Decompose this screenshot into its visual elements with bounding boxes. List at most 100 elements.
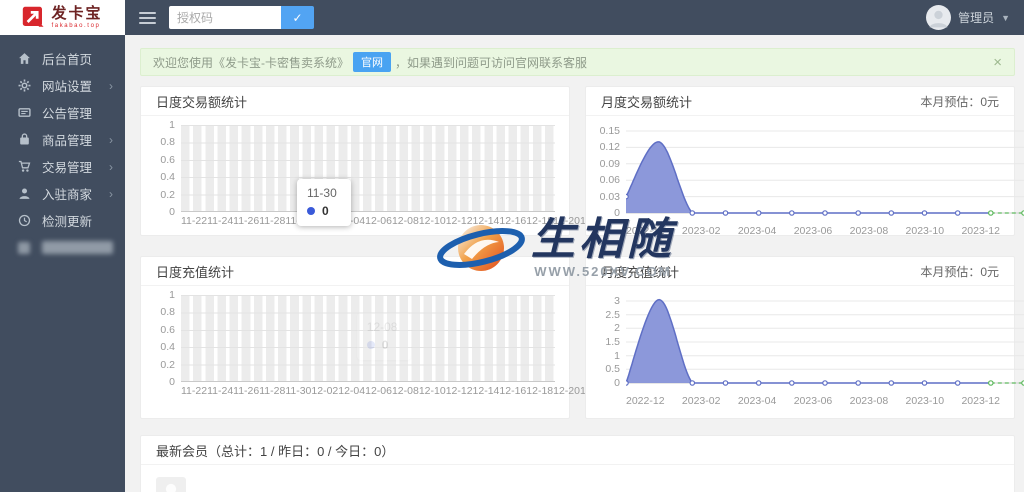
y-tick-label: 2	[614, 322, 620, 335]
home-icon	[18, 52, 31, 65]
sidebar-item-trade[interactable]: 交易管理 ›	[0, 153, 125, 180]
x-tick-label: 12-08	[391, 215, 419, 227]
x-tick-label: 2023-04	[737, 395, 777, 407]
x-tick-label: 2023-02	[681, 395, 721, 407]
sidebar-item-label: 后台首页	[42, 53, 93, 67]
main-content: 欢迎您使用《发卡宝-卡密售卖系统》 官网 ，如果遇到问题可访问官网联系客服 × …	[125, 35, 1024, 492]
card-monthly-recharge-chart: 月度充值统计 本月预估：0元 3 2.5 2 1.5 1 0.5 0 2022-12 2023-…	[585, 256, 1024, 419]
daily-chart-plot[interactable]	[181, 125, 555, 212]
monthly-estimate-badge: 本月预估：0元	[920, 94, 999, 109]
chart-title: 月度交易额统计	[601, 94, 693, 110]
y-tick-label: 1	[169, 289, 175, 301]
user-name: 管理员	[958, 11, 995, 25]
x-tick-label: 12-06	[365, 385, 392, 397]
x-tick-label: 11-26	[233, 385, 260, 397]
x-tick-label: 11-26	[233, 215, 260, 227]
alert-text-before: 欢迎您使用《发卡宝-卡密售卖系统》	[153, 55, 349, 70]
sidebar-item-label: 网站设置	[42, 80, 93, 94]
x-tick-label: 2023-06	[793, 225, 833, 237]
sidebar-item-home[interactable]: 后台首页	[0, 45, 125, 72]
x-tick-label: 2022-12	[626, 225, 665, 237]
y-tick-label: 0.03	[599, 190, 620, 203]
gear-icon	[18, 79, 31, 92]
chart-tooltip: 12-08 0	[356, 313, 412, 360]
topbar-main: ✓ 管理员 ▼	[125, 0, 1024, 35]
y-tick-label: 0.8	[160, 306, 175, 319]
y-tick-label: 2.5	[605, 308, 620, 321]
y-tick-label: 0.4	[160, 171, 175, 184]
tooltip-date: 12-08	[366, 320, 398, 334]
search-input[interactable]	[169, 6, 281, 29]
sidebar-item-settings[interactable]: 网站设置 ›	[0, 72, 125, 99]
redacted-icon	[18, 241, 31, 254]
member-avatar[interactable]	[156, 477, 186, 492]
x-tick-label: 2023-12	[961, 395, 1000, 407]
official-site-button[interactable]: 官网	[353, 52, 391, 72]
sidebar-item-update[interactable]: 检测更新	[0, 207, 125, 234]
merchant-icon	[18, 187, 31, 200]
x-tick-label: 12-14	[472, 215, 500, 227]
x-tick-label: 11-22	[181, 215, 208, 227]
chart-title: 月度充值统计	[601, 264, 680, 280]
card-header: 月度交易额统计 本月预估：0元	[586, 87, 1014, 116]
alert-banner: 欢迎您使用《发卡宝-卡密售卖系统》 官网 ，如果遇到问题可访问官网联系客服 ×	[140, 48, 1015, 76]
y-tick-label: 0	[614, 207, 620, 219]
card-daily-trade-chart: 日度交易额统计 1 0.8 0.6 0.4 0.2 0 11-30 0 11-22 11-24 11…	[140, 86, 607, 236]
card-header: 日度交易额统计	[141, 87, 569, 116]
x-tick-label: 11-28	[259, 215, 286, 227]
y-axis: 3 2.5 2 1.5 1 0.5 0	[596, 295, 626, 392]
x-axis: 2022-12 2023-02 2023-04 2023-06 2023-08 2023-…	[626, 395, 1000, 407]
monthly-chart-plot[interactable]	[623, 125, 1024, 222]
sidebar-item-merchant[interactable]: 入驻商家 ›	[0, 180, 125, 207]
logo-subtitle: fakabao.top	[51, 23, 101, 29]
x-tick-label: 2022-12	[626, 395, 665, 407]
card-latest-members: 最新会员（总计：1 / 昨日：0 / 今日：0）	[140, 435, 1015, 492]
x-tick-label: 2023-08	[849, 395, 889, 407]
y-tick-label: 0.09	[599, 157, 620, 170]
sidebar-item-label: 公告管理	[42, 107, 93, 121]
x-tick-label: 12-18	[526, 215, 554, 227]
sidebar-item-label: 入驻商家	[42, 188, 93, 202]
members-title: 最新会员（总计：1 / 昨日：0 / 今日：0）	[156, 443, 395, 459]
x-tick-label: 11-24	[207, 215, 234, 227]
hamburger-menu-icon[interactable]	[139, 11, 156, 24]
x-tick-label: 12-04	[338, 385, 366, 397]
alert-close-icon[interactable]: ×	[993, 55, 1002, 70]
x-tick-label: 12-10	[418, 385, 446, 397]
chart-area: 1 0.8 0.6 0.4 0.2 0 11-30 0 11-22 11-24 11-26 11-28…	[141, 116, 606, 227]
chevron-right-icon: ›	[109, 159, 113, 174]
y-tick-label: 0	[169, 376, 175, 388]
y-axis: 1 0.8 0.6 0.4 0.2 0	[151, 290, 181, 387]
x-tick-label: 12-16	[499, 215, 527, 227]
x-tick-label: 11-24	[207, 385, 234, 397]
monthly-chart-plot[interactable]	[623, 295, 1024, 392]
chevron-right-icon: ›	[109, 132, 113, 147]
clock-icon	[18, 214, 31, 227]
x-tick-label: 2023-06	[793, 395, 833, 407]
x-tick-label: 2023-04	[737, 225, 777, 237]
user-menu[interactable]: 管理员 ▼	[926, 5, 1010, 30]
y-tick-label: 0.8	[160, 136, 175, 149]
area-chart-svg[interactable]	[623, 125, 1024, 217]
logo[interactable]: 发卡宝 fakabao.top	[0, 0, 125, 35]
chart-area: 3 2.5 2 1.5 1 0.5 0 2022-12 2023-02 2023-04 2023-0…	[586, 286, 1024, 407]
sidebar-item-goods[interactable]: 商品管理 ›	[0, 126, 125, 153]
chart-title: 日度交易额统计	[156, 94, 248, 110]
sidebar-item-notice[interactable]: 公告管理	[0, 99, 125, 126]
y-tick-label: 0.4	[160, 341, 175, 354]
area-chart-svg[interactable]	[623, 295, 1024, 387]
y-tick-label: 0	[614, 377, 620, 389]
x-tick-label: 12-08	[391, 385, 419, 397]
y-tick-label: 0.12	[599, 141, 620, 154]
x-tick-label: 12-18	[526, 385, 554, 397]
y-tick-label: 0.2	[160, 188, 175, 201]
x-tick-label: 12-20	[553, 385, 580, 397]
x-tick-label: 11-30	[285, 385, 312, 397]
x-axis: 11-2211-2411-2611-2811-3012-0212-0412-06…	[181, 385, 607, 397]
chevron-down-icon: ▼	[1001, 12, 1010, 23]
y-tick-label: 0.6	[160, 323, 175, 336]
search-button[interactable]: ✓	[281, 6, 314, 29]
topbar: 发卡宝 fakabao.top ✓ 管理员 ▼	[0, 0, 1024, 35]
charts-grid: 日度交易额统计 1 0.8 0.6 0.4 0.2 0 11-30 0 11-22 11-24 11…	[140, 86, 1024, 419]
sidebar-item-redacted[interactable]	[0, 234, 125, 261]
